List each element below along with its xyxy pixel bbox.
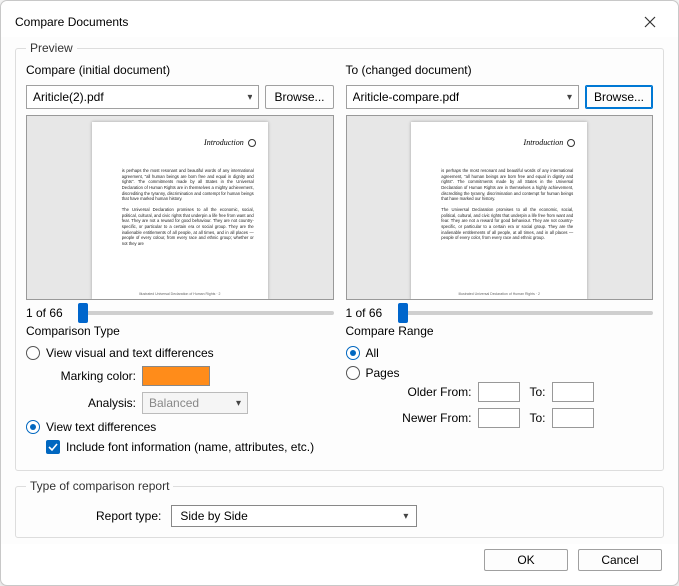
preview-columns: Compare (initial document) Ariticle(2).p… bbox=[26, 63, 653, 320]
to-column: To (changed document) Ariticle-compare.p… bbox=[346, 63, 654, 320]
page-header-title: Introduction bbox=[204, 138, 244, 147]
options-row: Comparison Type View visual and text dif… bbox=[26, 324, 653, 460]
titlebar: Compare Documents bbox=[1, 1, 678, 37]
chevron-down-icon: ▾ bbox=[236, 398, 241, 409]
analysis-value: Balanced bbox=[149, 396, 199, 410]
newer-from-label: Newer From: bbox=[402, 411, 472, 425]
page-header: Introduction bbox=[204, 138, 256, 147]
report-type-combo[interactable]: Side by Side ▾ bbox=[171, 505, 417, 527]
to-browse-button[interactable]: Browse... bbox=[585, 85, 653, 109]
older-to-label: To: bbox=[526, 385, 546, 399]
view-text-label: View text differences bbox=[46, 420, 156, 434]
radio-unselected-icon bbox=[346, 366, 360, 380]
radio-selected-icon bbox=[26, 420, 40, 434]
to-preview-pane: Introduction is perhaps the most resonan… bbox=[346, 115, 654, 300]
dialog-body: Preview Compare (initial document) Ariti… bbox=[1, 37, 678, 544]
dialog-title: Compare Documents bbox=[15, 15, 128, 29]
preview-legend: Preview bbox=[26, 41, 77, 55]
older-from-input[interactable] bbox=[478, 382, 520, 402]
close-button[interactable] bbox=[630, 9, 670, 35]
marking-color-label: Marking color: bbox=[46, 369, 136, 383]
page-header-title: Introduction bbox=[524, 138, 564, 147]
cancel-button[interactable]: Cancel bbox=[578, 549, 662, 571]
to-file-combo[interactable]: Ariticle-compare.pdf ▾ bbox=[346, 85, 579, 109]
chevron-down-icon: ▾ bbox=[247, 92, 252, 103]
page-footer-text: Illustrated Universal Declaration of Hum… bbox=[446, 292, 552, 296]
view-text-radio-row[interactable]: View text differences bbox=[26, 420, 334, 434]
globe-icon bbox=[248, 139, 256, 147]
compare-page-thumbnail: Introduction is perhaps the most resonan… bbox=[92, 122, 268, 300]
chevron-down-icon: ▾ bbox=[567, 92, 572, 103]
older-from-label: Older From: bbox=[402, 385, 472, 399]
range-all-label: All bbox=[366, 346, 379, 360]
analysis-label: Analysis: bbox=[46, 396, 136, 410]
page-body-text: is perhaps the most resonant and beautif… bbox=[122, 168, 254, 247]
compare-documents-dialog: Compare Documents Preview Compare (initi… bbox=[0, 0, 679, 586]
compare-page-count: 1 of 66 bbox=[26, 306, 70, 320]
report-legend: Type of comparison report bbox=[26, 479, 173, 493]
report-type-row: Report type: Side by Side ▾ bbox=[96, 505, 653, 527]
comparison-type-legend: Comparison Type bbox=[26, 324, 334, 338]
ok-button[interactable]: OK bbox=[484, 549, 568, 571]
to-page-slider[interactable] bbox=[398, 311, 654, 315]
page-body-text: is perhaps the most resonant and beautif… bbox=[441, 168, 573, 241]
compare-file-value: Ariticle(2).pdf bbox=[33, 90, 104, 104]
globe-icon bbox=[567, 139, 575, 147]
compare-column: Compare (initial document) Ariticle(2).p… bbox=[26, 63, 334, 320]
dialog-footer: OK Cancel bbox=[1, 544, 678, 585]
compare-file-combo[interactable]: Ariticle(2).pdf ▾ bbox=[26, 85, 259, 109]
report-type-value: Side by Side bbox=[180, 509, 247, 523]
compare-label: Compare (initial document) bbox=[26, 63, 334, 77]
older-from-row: Older From: To: bbox=[402, 382, 654, 402]
to-label: To (changed document) bbox=[346, 63, 654, 77]
chevron-down-icon: ▾ bbox=[403, 511, 408, 522]
radio-unselected-icon bbox=[26, 346, 40, 360]
compare-browse-button[interactable]: Browse... bbox=[265, 85, 333, 109]
include-font-check-row[interactable]: Include font information (name, attribut… bbox=[46, 440, 334, 454]
range-pages-label: Pages bbox=[366, 366, 400, 380]
view-visual-text-label: View visual and text differences bbox=[46, 346, 214, 360]
compare-preview-pane: Introduction is perhaps the most resonan… bbox=[26, 115, 334, 300]
analysis-row: Analysis: Balanced ▾ bbox=[46, 392, 334, 414]
range-all-radio-row[interactable]: All bbox=[346, 346, 654, 360]
radio-selected-icon bbox=[346, 346, 360, 360]
older-to-input[interactable] bbox=[552, 382, 594, 402]
compare-range-legend: Compare Range bbox=[346, 324, 654, 338]
page-header: Introduction bbox=[524, 138, 576, 147]
newer-from-row: Newer From: To: bbox=[402, 408, 654, 428]
marking-color-swatch[interactable] bbox=[142, 366, 210, 386]
report-type-label: Report type: bbox=[96, 509, 161, 523]
range-pages-radio-row[interactable]: Pages bbox=[346, 366, 654, 380]
analysis-select[interactable]: Balanced ▾ bbox=[142, 392, 248, 414]
view-visual-text-radio-row[interactable]: View visual and text differences bbox=[26, 346, 334, 360]
compare-range-col: Compare Range All Pages Older From: To: bbox=[346, 324, 654, 460]
close-icon bbox=[644, 16, 656, 28]
newer-from-input[interactable] bbox=[478, 408, 520, 428]
page-footer-text: Illustrated Universal Declaration of Hum… bbox=[127, 292, 233, 296]
marking-color-row: Marking color: bbox=[46, 366, 334, 386]
to-page-count: 1 of 66 bbox=[346, 306, 390, 320]
preview-group: Preview Compare (initial document) Ariti… bbox=[15, 41, 664, 471]
to-file-value: Ariticle-compare.pdf bbox=[353, 90, 460, 104]
newer-to-label: To: bbox=[526, 411, 546, 425]
checkbox-checked-icon bbox=[46, 440, 60, 454]
report-group: Type of comparison report Report type: S… bbox=[15, 479, 664, 538]
comparison-type-col: Comparison Type View visual and text dif… bbox=[26, 324, 334, 460]
to-page-thumbnail: Introduction is perhaps the most resonan… bbox=[411, 122, 587, 300]
include-font-label: Include font information (name, attribut… bbox=[66, 440, 314, 454]
compare-page-slider[interactable] bbox=[78, 311, 334, 315]
newer-to-input[interactable] bbox=[552, 408, 594, 428]
